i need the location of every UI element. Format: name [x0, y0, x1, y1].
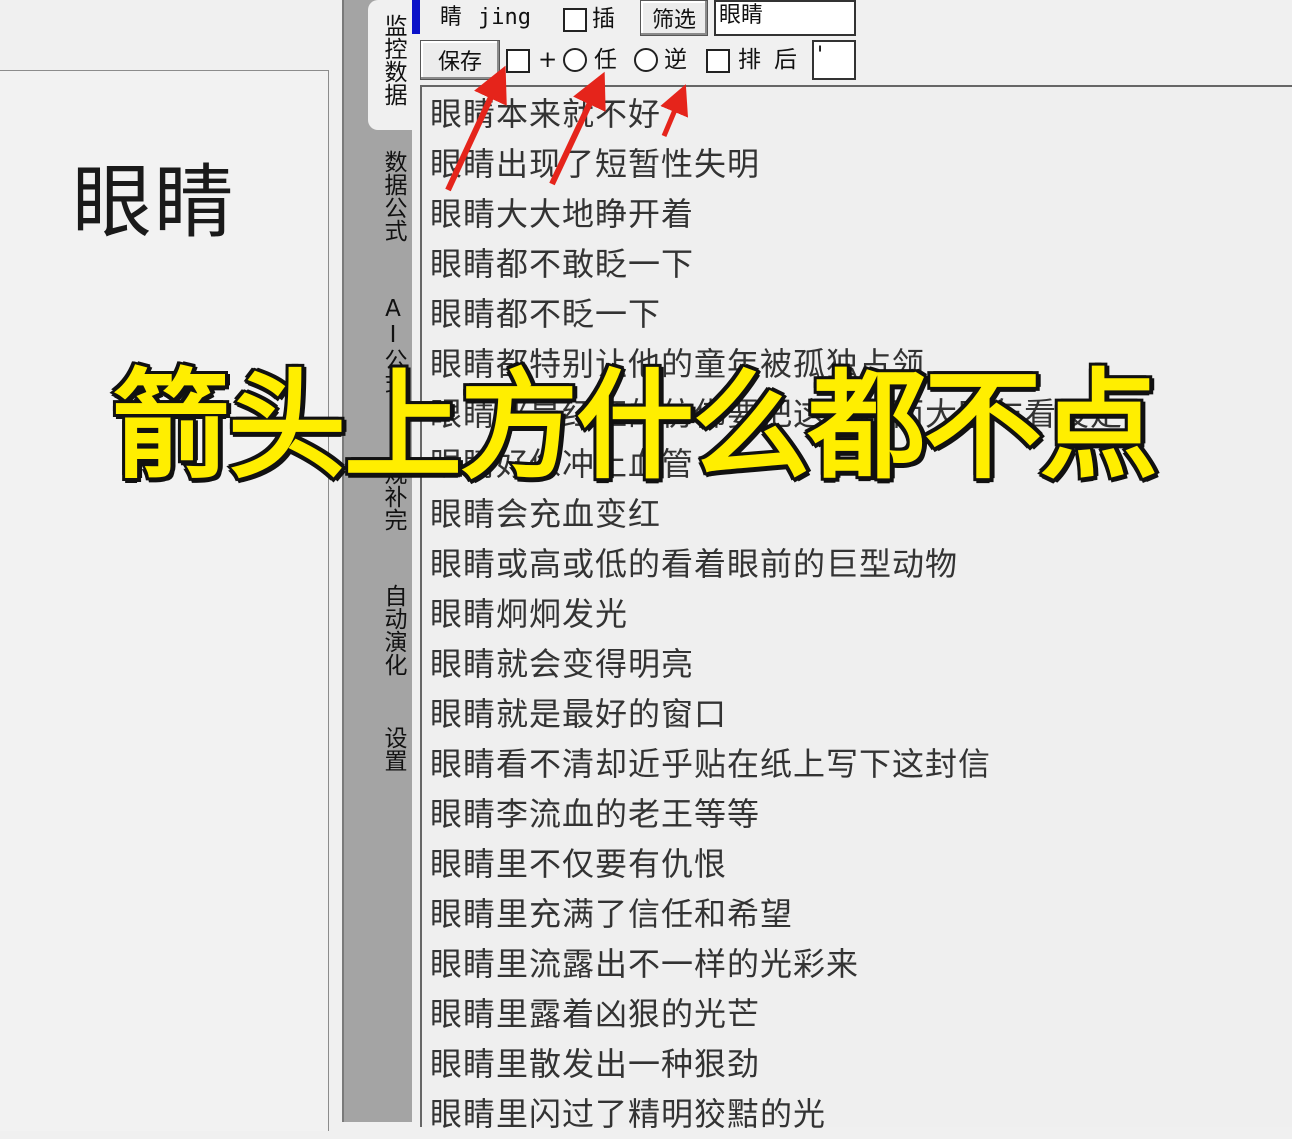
red-arrow-icon: [660, 84, 689, 137]
annotation-arrows: [445, 65, 689, 192]
red-arrow-icon: [549, 71, 606, 186]
overlay-caption: 箭头上方什么都不点: [109, 355, 1160, 498]
red-arrow-icon: [445, 65, 507, 192]
